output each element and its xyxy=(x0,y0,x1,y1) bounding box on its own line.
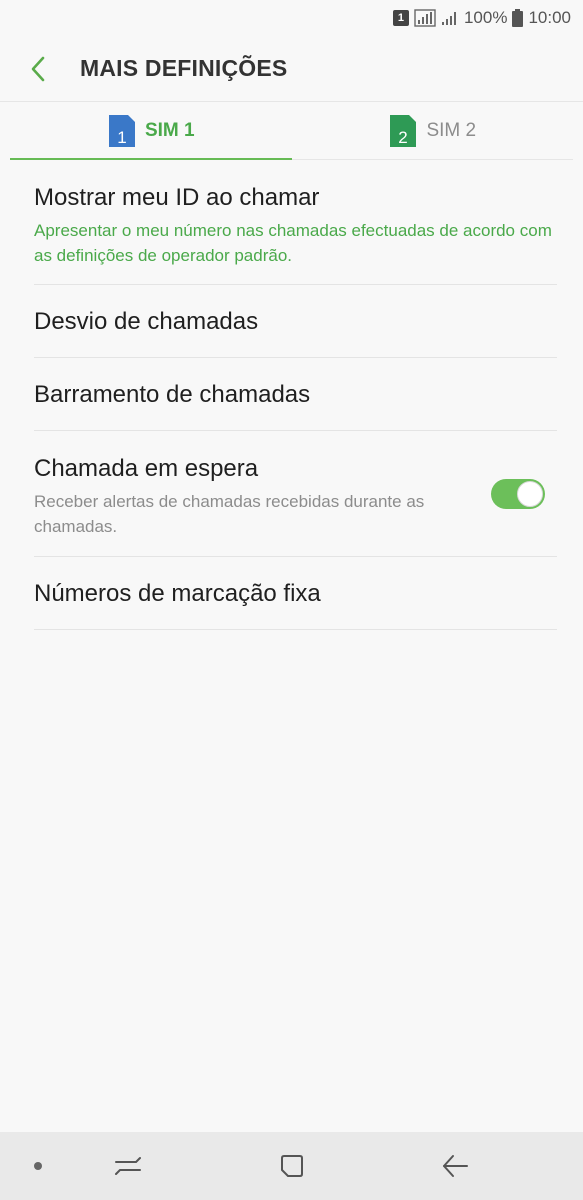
home-icon xyxy=(281,1155,303,1177)
toggle-knob xyxy=(517,481,543,507)
setting-call-forwarding[interactable]: Desvio de chamadas xyxy=(34,285,557,358)
tab-sim-2[interactable]: 2 SIM 2 xyxy=(292,102,574,159)
battery-percent: 100% xyxy=(463,8,508,27)
recent-apps-icon xyxy=(115,1157,141,1175)
sim-slot-badge: 1 xyxy=(392,10,409,26)
setting-call-barring[interactable]: Barramento de chamadas xyxy=(34,358,557,431)
tab-sim-1[interactable]: 1 SIM 1 xyxy=(10,102,292,160)
page-title: MAIS DEFINIÇÕES xyxy=(80,55,288,81)
dot-icon xyxy=(34,1162,42,1170)
setting-title: Mostrar meu ID ao chamar xyxy=(34,184,320,211)
tab-label: SIM 2 xyxy=(426,119,477,141)
chevron-left-icon xyxy=(31,56,45,81)
setting-title: Números de marcação fixa xyxy=(34,580,321,607)
setting-show-caller-id[interactable]: Mostrar meu ID ao chamar Apresentar o me… xyxy=(34,160,557,285)
setting-call-waiting[interactable]: Chamada em espera Receber alertas de cha… xyxy=(34,431,557,557)
tab-label: SIM 1 xyxy=(144,119,195,141)
app-header: MAIS DEFINIÇÕES xyxy=(0,36,583,102)
setting-title: Desvio de chamadas xyxy=(34,308,259,335)
battery-icon xyxy=(512,9,524,27)
clock: 10:00 xyxy=(528,8,571,27)
home-button[interactable] xyxy=(262,1132,322,1200)
setting-title: Chamada em espera xyxy=(34,455,259,482)
settings-list: Mostrar meu ID ao chamar Apresentar o me… xyxy=(0,160,583,630)
arrow-left-icon xyxy=(443,1155,468,1177)
setting-fixed-dialing-numbers[interactable]: Números de marcação fixa xyxy=(34,557,557,630)
call-waiting-toggle[interactable] xyxy=(491,479,545,509)
setting-title: Barramento de chamadas xyxy=(34,381,311,408)
sim-number-1: 1 xyxy=(117,128,126,147)
back-button[interactable] xyxy=(8,36,68,102)
back-nav-button[interactable] xyxy=(425,1132,485,1200)
signal-1-icon xyxy=(414,9,436,27)
navigation-bar xyxy=(0,1132,583,1200)
nav-dot-button[interactable] xyxy=(8,1132,68,1200)
sim-number-2: 2 xyxy=(399,128,408,147)
recent-apps-button[interactable] xyxy=(98,1132,158,1200)
sim-card-icon: 2 xyxy=(390,114,417,147)
setting-subtitle: Apresentar o meu número nas chamadas efe… xyxy=(34,221,552,265)
sim-tabs: 1 SIM 1 2 SIM 2 xyxy=(10,102,573,160)
status-bar: 1 100% 10:00 xyxy=(0,0,583,36)
sim-card-icon: 1 xyxy=(108,114,135,147)
signal-2-icon xyxy=(441,12,456,25)
setting-subtitle: Receber alertas de chamadas recebidas du… xyxy=(34,492,425,536)
